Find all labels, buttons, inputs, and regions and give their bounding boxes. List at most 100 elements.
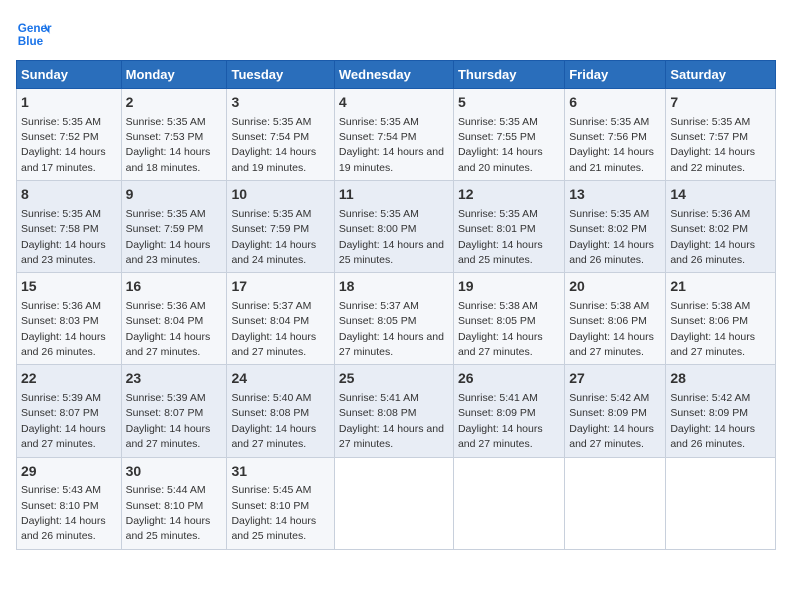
daylight-text: Daylight: 14 hours and 27 minutes.: [458, 423, 543, 450]
calendar-cell: 24 Sunrise: 5:40 AM Sunset: 8:08 PM Dayl…: [227, 365, 334, 457]
daylight-text: Daylight: 14 hours and 25 minutes.: [339, 239, 444, 266]
day-number: 12: [458, 185, 560, 205]
daylight-text: Daylight: 14 hours and 27 minutes.: [339, 423, 444, 450]
daylight-text: Daylight: 14 hours and 25 minutes.: [458, 239, 543, 266]
daylight-text: Daylight: 14 hours and 27 minutes.: [670, 331, 755, 358]
daylight-text: Daylight: 14 hours and 27 minutes.: [231, 423, 316, 450]
sunrise-text: Sunrise: 5:35 AM: [21, 208, 101, 220]
sunset-text: Sunset: 8:09 PM: [569, 407, 647, 419]
sunset-text: Sunset: 7:54 PM: [339, 131, 417, 143]
day-number: 15: [21, 277, 117, 297]
daylight-text: Daylight: 14 hours and 25 minutes.: [126, 515, 211, 542]
calendar-cell: 4 Sunrise: 5:35 AM Sunset: 7:54 PM Dayli…: [334, 89, 453, 181]
calendar-week-5: 29 Sunrise: 5:43 AM Sunset: 8:10 PM Dayl…: [17, 457, 776, 549]
sunset-text: Sunset: 8:02 PM: [569, 223, 647, 235]
logo-icon: General Blue: [16, 16, 52, 52]
calendar-cell: 17 Sunrise: 5:37 AM Sunset: 8:04 PM Dayl…: [227, 273, 334, 365]
sunrise-text: Sunrise: 5:39 AM: [21, 392, 101, 404]
day-number: 28: [670, 369, 771, 389]
day-number: 19: [458, 277, 560, 297]
header-day-saturday: Saturday: [666, 61, 776, 89]
calendar-cell: 22 Sunrise: 5:39 AM Sunset: 8:07 PM Dayl…: [17, 365, 122, 457]
sunset-text: Sunset: 8:09 PM: [670, 407, 748, 419]
calendar-cell: 30 Sunrise: 5:44 AM Sunset: 8:10 PM Dayl…: [121, 457, 227, 549]
sunset-text: Sunset: 8:07 PM: [126, 407, 204, 419]
sunset-text: Sunset: 8:02 PM: [670, 223, 748, 235]
sunrise-text: Sunrise: 5:35 AM: [126, 208, 206, 220]
day-number: 13: [569, 185, 661, 205]
calendar-cell: [565, 457, 666, 549]
sunset-text: Sunset: 8:08 PM: [339, 407, 417, 419]
sunrise-text: Sunrise: 5:45 AM: [231, 484, 311, 496]
calendar-cell: 8 Sunrise: 5:35 AM Sunset: 7:58 PM Dayli…: [17, 181, 122, 273]
sunrise-text: Sunrise: 5:36 AM: [21, 300, 101, 312]
sunrise-text: Sunrise: 5:35 AM: [569, 208, 649, 220]
header-day-wednesday: Wednesday: [334, 61, 453, 89]
sunrise-text: Sunrise: 5:43 AM: [21, 484, 101, 496]
calendar-cell: 11 Sunrise: 5:35 AM Sunset: 8:00 PM Dayl…: [334, 181, 453, 273]
daylight-text: Daylight: 14 hours and 18 minutes.: [126, 146, 211, 173]
sunset-text: Sunset: 8:03 PM: [21, 315, 99, 327]
daylight-text: Daylight: 14 hours and 19 minutes.: [231, 146, 316, 173]
calendar-cell: 26 Sunrise: 5:41 AM Sunset: 8:09 PM Dayl…: [453, 365, 564, 457]
day-number: 26: [458, 369, 560, 389]
sunset-text: Sunset: 7:55 PM: [458, 131, 536, 143]
sunrise-text: Sunrise: 5:35 AM: [458, 116, 538, 128]
calendar-cell: 25 Sunrise: 5:41 AM Sunset: 8:08 PM Dayl…: [334, 365, 453, 457]
sunset-text: Sunset: 8:06 PM: [670, 315, 748, 327]
daylight-text: Daylight: 14 hours and 25 minutes.: [231, 515, 316, 542]
calendar-cell: 14 Sunrise: 5:36 AM Sunset: 8:02 PM Dayl…: [666, 181, 776, 273]
sunset-text: Sunset: 8:10 PM: [126, 500, 204, 512]
sunset-text: Sunset: 8:04 PM: [126, 315, 204, 327]
daylight-text: Daylight: 14 hours and 21 minutes.: [569, 146, 654, 173]
sunset-text: Sunset: 7:59 PM: [231, 223, 309, 235]
day-number: 11: [339, 185, 449, 205]
daylight-text: Daylight: 14 hours and 26 minutes.: [21, 331, 106, 358]
sunrise-text: Sunrise: 5:35 AM: [458, 208, 538, 220]
daylight-text: Daylight: 14 hours and 26 minutes.: [569, 239, 654, 266]
day-number: 17: [231, 277, 329, 297]
daylight-text: Daylight: 14 hours and 23 minutes.: [21, 239, 106, 266]
day-number: 4: [339, 93, 449, 113]
sunrise-text: Sunrise: 5:36 AM: [126, 300, 206, 312]
header: General Blue: [16, 16, 776, 52]
calendar-cell: 12 Sunrise: 5:35 AM Sunset: 8:01 PM Dayl…: [453, 181, 564, 273]
sunrise-text: Sunrise: 5:38 AM: [670, 300, 750, 312]
calendar-cell: 13 Sunrise: 5:35 AM Sunset: 8:02 PM Dayl…: [565, 181, 666, 273]
sunset-text: Sunset: 7:58 PM: [21, 223, 99, 235]
daylight-text: Daylight: 14 hours and 27 minutes.: [339, 331, 444, 358]
calendar-table: SundayMondayTuesdayWednesdayThursdayFrid…: [16, 60, 776, 550]
sunset-text: Sunset: 8:05 PM: [458, 315, 536, 327]
calendar-cell: 16 Sunrise: 5:36 AM Sunset: 8:04 PM Dayl…: [121, 273, 227, 365]
day-number: 3: [231, 93, 329, 113]
calendar-cell: 3 Sunrise: 5:35 AM Sunset: 7:54 PM Dayli…: [227, 89, 334, 181]
day-number: 14: [670, 185, 771, 205]
daylight-text: Daylight: 14 hours and 27 minutes.: [458, 331, 543, 358]
calendar-week-3: 15 Sunrise: 5:36 AM Sunset: 8:03 PM Dayl…: [17, 273, 776, 365]
calendar-header-row: SundayMondayTuesdayWednesdayThursdayFrid…: [17, 61, 776, 89]
sunrise-text: Sunrise: 5:35 AM: [126, 116, 206, 128]
daylight-text: Daylight: 14 hours and 26 minutes.: [21, 515, 106, 542]
daylight-text: Daylight: 14 hours and 19 minutes.: [339, 146, 444, 173]
sunrise-text: Sunrise: 5:35 AM: [21, 116, 101, 128]
calendar-cell: 21 Sunrise: 5:38 AM Sunset: 8:06 PM Dayl…: [666, 273, 776, 365]
daylight-text: Daylight: 14 hours and 27 minutes.: [21, 423, 106, 450]
day-number: 31: [231, 462, 329, 482]
sunrise-text: Sunrise: 5:35 AM: [231, 208, 311, 220]
calendar-cell: 20 Sunrise: 5:38 AM Sunset: 8:06 PM Dayl…: [565, 273, 666, 365]
header-day-friday: Friday: [565, 61, 666, 89]
calendar-cell: 6 Sunrise: 5:35 AM Sunset: 7:56 PM Dayli…: [565, 89, 666, 181]
sunrise-text: Sunrise: 5:39 AM: [126, 392, 206, 404]
day-number: 23: [126, 369, 223, 389]
svg-text:Blue: Blue: [18, 35, 44, 48]
daylight-text: Daylight: 14 hours and 24 minutes.: [231, 239, 316, 266]
calendar-cell: 9 Sunrise: 5:35 AM Sunset: 7:59 PM Dayli…: [121, 181, 227, 273]
sunrise-text: Sunrise: 5:40 AM: [231, 392, 311, 404]
sunrise-text: Sunrise: 5:38 AM: [569, 300, 649, 312]
calendar-cell: 31 Sunrise: 5:45 AM Sunset: 8:10 PM Dayl…: [227, 457, 334, 549]
calendar-week-1: 1 Sunrise: 5:35 AM Sunset: 7:52 PM Dayli…: [17, 89, 776, 181]
sunrise-text: Sunrise: 5:37 AM: [339, 300, 419, 312]
sunset-text: Sunset: 7:56 PM: [569, 131, 647, 143]
calendar-cell: 2 Sunrise: 5:35 AM Sunset: 7:53 PM Dayli…: [121, 89, 227, 181]
day-number: 5: [458, 93, 560, 113]
